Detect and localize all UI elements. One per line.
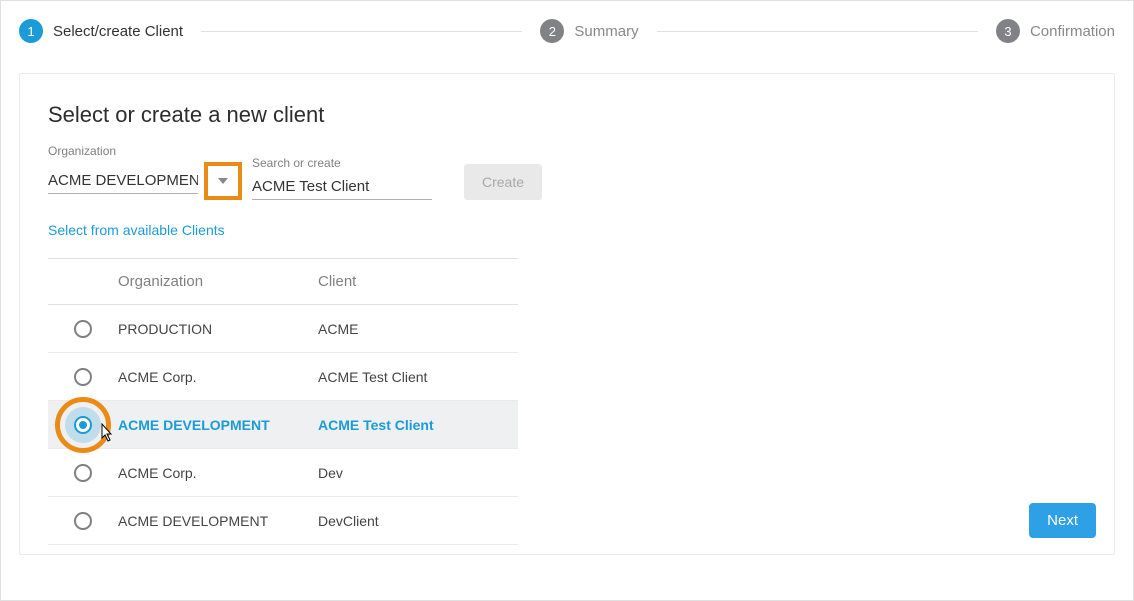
search-field: Search or create — [252, 156, 432, 200]
organization-input[interactable] — [48, 168, 198, 194]
search-label: Search or create — [252, 156, 432, 170]
search-input[interactable] — [252, 174, 432, 200]
step-2-number: 2 — [540, 19, 564, 43]
radio-button[interactable] — [74, 416, 92, 434]
step-1-number: 1 — [19, 19, 43, 43]
step-2-label: Summary — [574, 23, 638, 40]
table-row[interactable]: ACME DEVELOPMENT ACME Test Client — [48, 401, 518, 449]
create-button[interactable]: Create — [464, 164, 542, 200]
cell-organization: ACME Corp. — [118, 465, 318, 481]
cell-organization: PRODUCTION — [118, 321, 318, 337]
table-row[interactable]: PRODUCTION ACME — [48, 305, 518, 353]
table-row[interactable]: ACME DEVELOPMENT DevClient — [48, 497, 518, 545]
chevron-down-icon — [218, 178, 228, 184]
cell-client: Dev — [318, 465, 518, 481]
card-title: Select or create a new client — [48, 102, 1086, 128]
table-row[interactable]: ACME Corp. Dev — [48, 449, 518, 497]
radio-button[interactable] — [74, 320, 92, 338]
table-row[interactable]: ACME Corp. ACME Test Client — [48, 353, 518, 401]
step-2[interactable]: 2 Summary — [540, 19, 638, 43]
next-button[interactable]: Next — [1029, 503, 1096, 538]
clients-table: Organization Client PRODUCTION ACME ACME… — [48, 258, 518, 545]
header-organization: Organization — [118, 273, 318, 290]
organization-field: Organization — [48, 144, 242, 200]
cell-client: ACME Test Client — [318, 417, 518, 433]
cell-organization: ACME DEVELOPMENT — [118, 417, 318, 433]
step-3-number: 3 — [996, 19, 1020, 43]
radio-button[interactable] — [74, 368, 92, 386]
client-card: Select or create a new client Organizati… — [19, 73, 1115, 555]
organization-label: Organization — [48, 144, 242, 158]
radio-button[interactable] — [74, 464, 92, 482]
step-3[interactable]: 3 Confirmation — [996, 19, 1115, 43]
select-from-clients-link[interactable]: Select from available Clients — [48, 222, 225, 238]
step-divider — [657, 31, 978, 32]
stepper: 1 Select/create Client 2 Summary 3 Confi… — [19, 19, 1115, 43]
form-row: Organization Search or create Create — [48, 144, 1086, 200]
step-1-label: Select/create Client — [53, 23, 183, 40]
step-3-label: Confirmation — [1030, 23, 1115, 40]
radio-button[interactable] — [74, 512, 92, 530]
cell-organization: ACME Corp. — [118, 369, 318, 385]
cell-client: DevClient — [318, 513, 518, 529]
cell-organization: ACME DEVELOPMENT — [118, 513, 318, 529]
table-header: Organization Client — [48, 258, 518, 305]
organization-dropdown-button[interactable] — [204, 162, 242, 200]
cell-client: ACME Test Client — [318, 369, 518, 385]
cell-client: ACME — [318, 321, 518, 337]
step-divider — [201, 31, 522, 32]
step-1[interactable]: 1 Select/create Client — [19, 19, 183, 43]
header-client: Client — [318, 273, 518, 290]
